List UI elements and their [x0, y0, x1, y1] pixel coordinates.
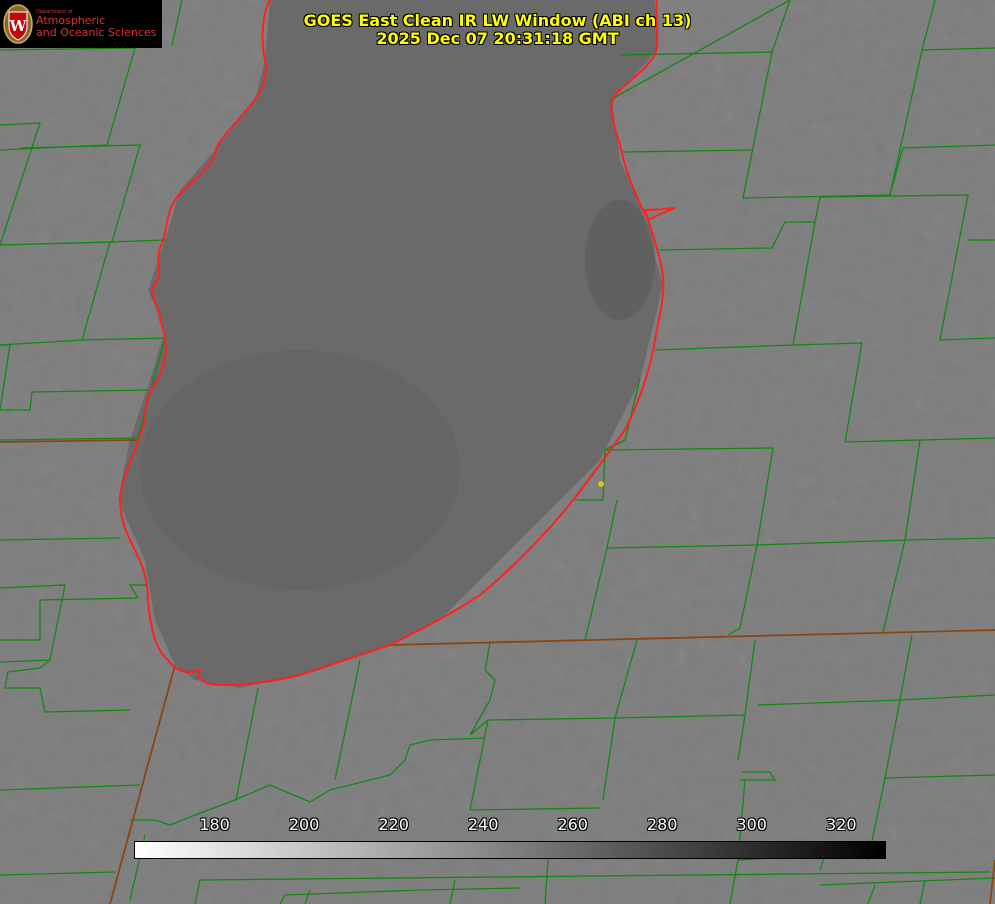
colorbar-tick-280: 280 — [646, 815, 678, 834]
satellite-image-viewer: W Department of Atmospheric and Oceanic … — [0, 0, 995, 904]
satellite-map — [0, 0, 995, 904]
colorbar-tick-260: 260 — [557, 815, 588, 834]
location-marker — [598, 481, 604, 487]
colorbar-tick-200: 200 — [288, 815, 320, 834]
uw-aos-logo: W Department of Atmospheric and Oceanic … — [0, 0, 162, 48]
lake-dark-region-east — [585, 200, 655, 320]
temperature-colorbar — [134, 841, 886, 859]
colorbar-tick-labels: 180 200 220 240 260 280 300 320 — [0, 815, 995, 835]
uw-crest-icon: W — [3, 4, 33, 44]
colorbar-tick-240: 240 — [467, 815, 499, 834]
lake-dark-region — [140, 350, 460, 590]
logo-line-2: and Oceanic Sciences — [36, 25, 157, 39]
colorbar-tick-220: 220 — [378, 815, 409, 834]
colorbar-tick-300: 300 — [736, 815, 767, 834]
crest-letter: W — [9, 17, 28, 35]
colorbar-tick-320: 320 — [825, 815, 857, 834]
colorbar-tick-180: 180 — [199, 815, 230, 834]
logo-line-1: Atmospheric — [36, 14, 106, 28]
